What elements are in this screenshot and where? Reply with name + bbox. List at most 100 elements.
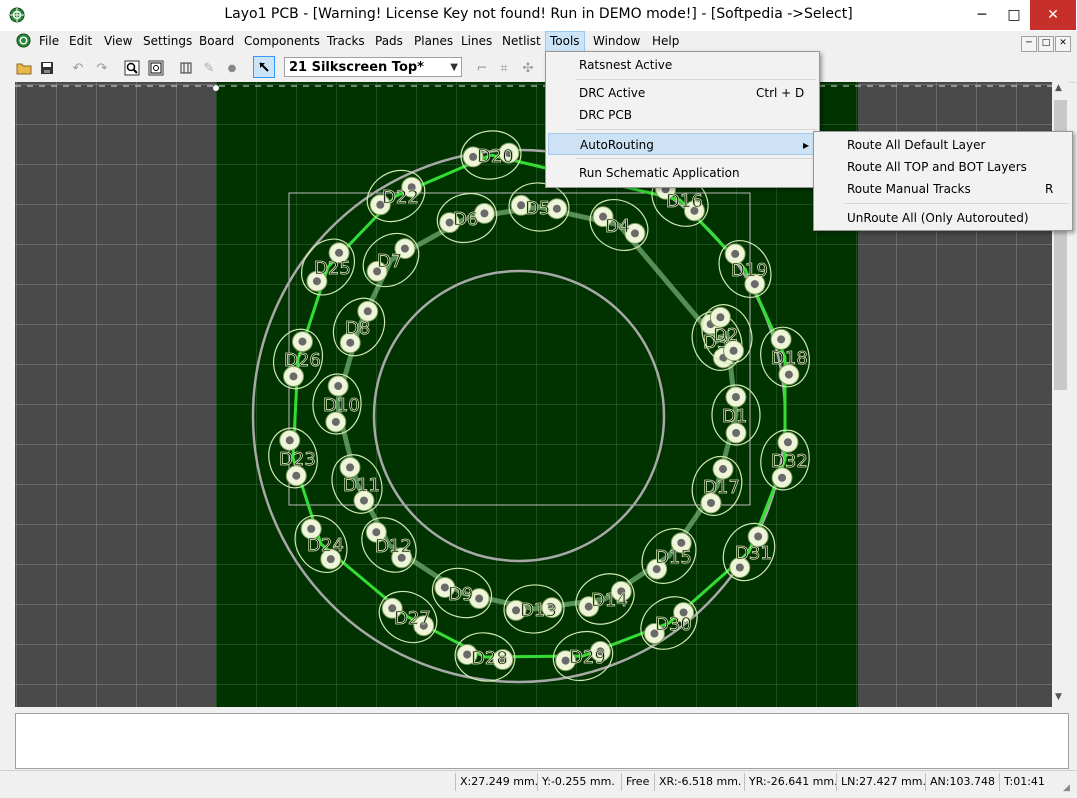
component-label: D16 <box>666 191 703 212</box>
undo-icon[interactable]: ↶ <box>68 58 88 78</box>
component-label: D29 <box>569 647 606 668</box>
menu-window[interactable]: Window <box>589 31 644 51</box>
pad-hole <box>677 538 686 547</box>
menu-item-drc-active[interactable]: DRC Active Ctrl + D <box>546 82 817 104</box>
scroll-up-icon[interactable]: ▲ <box>1055 83 1062 93</box>
menu-item-ratsnest-active[interactable]: Ratsnest Active <box>546 54 817 76</box>
left-ruler <box>0 82 15 707</box>
submenu-item-route-top-bot[interactable]: Route All TOP and BOT Layers <box>814 156 1070 178</box>
menu-item-autorouting[interactable]: AutoRouting ▸ <box>548 133 815 155</box>
menu-pads[interactable]: Pads <box>371 31 407 51</box>
pad-hole <box>729 346 738 355</box>
menu-lines[interactable]: Lines <box>457 31 496 51</box>
app-logo-icon <box>9 7 25 23</box>
component-label: D9 <box>448 584 473 605</box>
autoroute-icon[interactable]: ⌗ <box>494 58 514 78</box>
ratsnest-icon[interactable]: ✣ <box>518 58 538 78</box>
menu-components[interactable]: Components <box>240 31 324 51</box>
pencil-icon[interactable]: ✎ <box>199 58 219 78</box>
pad-hole <box>552 204 561 213</box>
zoom-fit-icon[interactable] <box>146 58 166 78</box>
component-label: D23 <box>279 449 316 470</box>
pad-hole <box>463 650 472 659</box>
route-track-icon[interactable]: ⌐ <box>472 58 492 78</box>
menu-item-drc-pcb[interactable]: DRC PCB <box>546 104 817 126</box>
menu-item-shortcut: Ctrl + D <box>756 86 805 100</box>
resize-grip-icon[interactable]: ◢ <box>1063 783 1070 793</box>
mdi-minimize-button[interactable]: ─ <box>1021 36 1037 52</box>
component-icon[interactable] <box>176 58 196 78</box>
pad-hole <box>778 473 787 482</box>
submenu-item-route-manual[interactable]: Route Manual Tracks R <box>814 178 1070 200</box>
component-label: D7 <box>377 251 402 272</box>
document-icon <box>16 33 31 48</box>
layer-select[interactable]: 21 Silkscreen Top* ▼ <box>284 57 462 77</box>
title-bar: Layo1 PCB - [Warning! License Key not fo… <box>0 0 1077 31</box>
select-arrow-icon[interactable] <box>253 56 275 78</box>
pad-hole <box>359 496 368 505</box>
pad-hole <box>298 337 307 346</box>
component-label: D17 <box>703 477 740 498</box>
pad-hole <box>334 382 343 391</box>
component-label: D20 <box>477 146 514 167</box>
maximize-button[interactable]: □ <box>998 0 1030 30</box>
mdi-close-button[interactable]: ✕ <box>1055 36 1071 52</box>
autorouting-submenu: Route All Default Layer Route All TOP an… <box>813 131 1073 231</box>
close-button[interactable]: ✕ <box>1030 0 1076 30</box>
submenu-item-unroute-all[interactable]: UnRoute All (Only Autorouted) <box>814 207 1070 229</box>
menu-help[interactable]: Help <box>648 31 683 51</box>
pad-hole <box>512 606 521 615</box>
save-icon[interactable] <box>37 58 57 78</box>
pad-hole <box>326 555 335 564</box>
submenu-item-route-all-default[interactable]: Route All Default Layer <box>814 134 1070 156</box>
pad-hole <box>285 436 294 445</box>
redo-icon[interactable]: ↷ <box>92 58 112 78</box>
via-icon[interactable]: ● <box>222 58 242 78</box>
pad-hole <box>346 338 355 347</box>
submenu-arrow-icon: ▸ <box>803 138 810 152</box>
pad-hole <box>307 524 316 533</box>
component-label: D22 <box>382 187 419 208</box>
status-ln: LN:27.427 mm. <box>836 773 930 791</box>
minimize-button[interactable]: ─ <box>966 0 998 30</box>
scroll-down-icon[interactable]: ▼ <box>1055 692 1062 702</box>
menu-file[interactable]: File <box>35 31 63 51</box>
status-mode: Free <box>621 773 653 791</box>
component-label: D24 <box>307 535 344 556</box>
open-folder-icon[interactable] <box>14 58 34 78</box>
menu-item-label: Ratsnest Active <box>579 58 673 72</box>
component-label: D26 <box>284 350 321 371</box>
output-panel <box>15 713 1069 769</box>
component-label: D13 <box>520 600 557 621</box>
pad-hole <box>346 463 355 472</box>
window-title: Layo1 PCB - [Warning! License Key not fo… <box>224 6 853 22</box>
component-label: D25 <box>314 258 351 279</box>
component-label: D4 <box>605 216 630 237</box>
menu-view[interactable]: View <box>100 31 136 51</box>
tools-menu: Ratsnest Active DRC Active Ctrl + D DRC … <box>545 51 820 188</box>
pad-hole <box>750 280 759 289</box>
pad-hole <box>754 532 763 541</box>
component-label: D5 <box>525 198 550 219</box>
menu-settings[interactable]: Settings <box>139 31 196 51</box>
menu-board[interactable]: Board <box>195 31 238 51</box>
component-label: D6 <box>453 209 478 230</box>
menu-planes[interactable]: Planes <box>410 31 457 51</box>
pad-hole <box>289 372 298 381</box>
zoom-icon[interactable] <box>122 58 142 78</box>
component-label: D2 <box>713 325 738 346</box>
menu-separator <box>576 129 816 130</box>
menu-item-run-schematic[interactable]: Run Schematic Application <box>546 162 817 184</box>
menu-netlist[interactable]: Netlist <box>498 31 545 51</box>
mdi-restore-button[interactable]: □ <box>1038 36 1054 52</box>
menu-edit[interactable]: Edit <box>65 31 96 51</box>
mdi-controls: ─ □ ✕ <box>1020 34 1071 52</box>
menu-item-label: AutoRouting <box>580 138 654 152</box>
pad-hole <box>630 229 639 238</box>
menu-tracks[interactable]: Tracks <box>323 31 369 51</box>
menu-item-label: DRC Active <box>579 86 646 100</box>
component-label: D10 <box>323 395 360 416</box>
component-label: D32 <box>771 451 808 472</box>
pad-hole <box>716 313 725 322</box>
menu-tools[interactable]: Tools <box>545 31 585 53</box>
